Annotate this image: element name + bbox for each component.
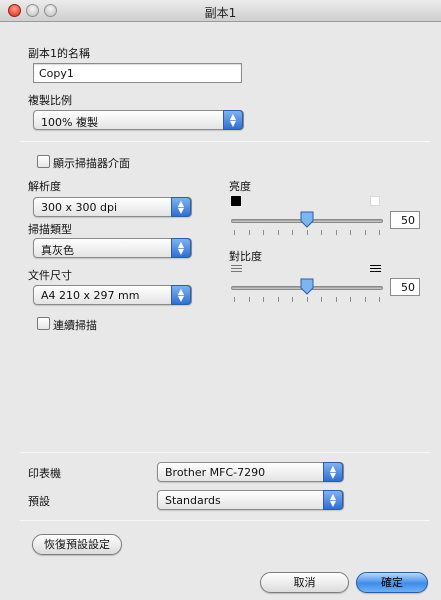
popup-arrows-icon: ▲ ▼ bbox=[223, 110, 243, 130]
slider-tick bbox=[321, 297, 322, 302]
slider-tick bbox=[278, 230, 279, 235]
copy-name-label: 副本1的名稱 bbox=[28, 47, 90, 60]
ok-button[interactable]: 確定 bbox=[356, 572, 428, 593]
slider-tick bbox=[263, 297, 264, 302]
slider-tick bbox=[350, 297, 351, 302]
scan-type-label: 掃描類型 bbox=[28, 223, 72, 236]
cancel-button[interactable]: 取消 bbox=[260, 572, 349, 593]
window-title: 副本1 bbox=[204, 6, 237, 20]
separator bbox=[20, 141, 430, 142]
slider-tick bbox=[365, 230, 366, 235]
continuous-scan-checkbox[interactable] bbox=[37, 317, 50, 330]
slider-tick bbox=[249, 230, 250, 235]
contrast-ticks bbox=[234, 297, 380, 303]
low-contrast-icon bbox=[231, 265, 242, 275]
preset-value: Standards bbox=[165, 494, 221, 507]
brightness-label: 亮度 bbox=[229, 180, 251, 193]
show-scanner-ui-checkbox[interactable] bbox=[37, 155, 50, 168]
high-contrast-icon bbox=[370, 265, 381, 275]
show-scanner-ui-label: 顯示掃描器介面 bbox=[53, 157, 130, 170]
window-titlebar: 副本1 bbox=[0, 0, 441, 22]
slider-tick bbox=[307, 230, 308, 235]
separator bbox=[20, 452, 430, 453]
copy-scale-popup[interactable]: 100% 複製 ▲ ▼ bbox=[33, 110, 244, 130]
scan-type-value: 真灰色 bbox=[41, 244, 74, 257]
popup-arrows-icon: ▲ ▼ bbox=[323, 462, 343, 482]
slider-tick bbox=[365, 297, 366, 302]
document-size-value: A4 210 x 297 mm bbox=[41, 289, 140, 302]
separator bbox=[20, 520, 430, 521]
slider-tick bbox=[249, 297, 250, 302]
document-size-popup[interactable]: A4 210 x 297 mm ▲ ▼ bbox=[33, 285, 192, 305]
light-swatch-icon bbox=[370, 196, 380, 206]
continuous-scan-label: 連續掃描 bbox=[53, 319, 97, 332]
printer-label: 印表機 bbox=[28, 467, 61, 480]
popup-arrows-icon: ▲ ▼ bbox=[323, 490, 343, 510]
slider-tick bbox=[292, 297, 293, 302]
restore-defaults-button[interactable]: 恢復預設設定 bbox=[32, 534, 122, 555]
contrast-label: 對比度 bbox=[229, 250, 262, 263]
dark-swatch-icon bbox=[231, 196, 241, 206]
slider-tick bbox=[336, 230, 337, 235]
resolution-label: 解析度 bbox=[28, 180, 61, 193]
slider-tick bbox=[278, 297, 279, 302]
contrast-slider-thumb[interactable] bbox=[300, 278, 314, 295]
brightness-slider-thumb[interactable] bbox=[300, 211, 314, 228]
resolution-value: 300 x 300 dpi bbox=[41, 201, 118, 214]
slider-tick bbox=[379, 230, 380, 235]
slider-tick bbox=[234, 230, 235, 235]
preset-label: 預設 bbox=[28, 495, 50, 508]
printer-value: Brother MFC-7290 bbox=[165, 466, 266, 479]
popup-arrows-icon: ▲ ▼ bbox=[171, 285, 191, 305]
scan-type-popup[interactable]: 真灰色 ▲ ▼ bbox=[33, 238, 192, 258]
slider-tick bbox=[263, 230, 264, 235]
document-size-label: 文件尺寸 bbox=[28, 269, 72, 282]
brightness-value-field[interactable]: 50 bbox=[390, 211, 420, 229]
popup-arrows-icon: ▲ ▼ bbox=[171, 238, 191, 258]
contrast-value-field[interactable]: 50 bbox=[390, 278, 420, 296]
slider-tick bbox=[234, 297, 235, 302]
copy-scale-value: 100% 複製 bbox=[41, 116, 98, 129]
popup-arrows-icon: ▲ ▼ bbox=[171, 197, 191, 217]
printer-popup[interactable]: Brother MFC-7290 ▲ ▼ bbox=[157, 462, 344, 482]
copy-scale-label: 複製比例 bbox=[28, 94, 72, 107]
brightness-ticks bbox=[234, 230, 380, 236]
copy-name-input[interactable]: Copy1 bbox=[33, 63, 242, 83]
preset-popup[interactable]: Standards ▲ ▼ bbox=[157, 490, 344, 510]
slider-tick bbox=[292, 230, 293, 235]
slider-tick bbox=[307, 297, 308, 302]
slider-tick bbox=[321, 230, 322, 235]
slider-tick bbox=[350, 230, 351, 235]
resolution-popup[interactable]: 300 x 300 dpi ▲ ▼ bbox=[33, 197, 192, 217]
slider-tick bbox=[336, 297, 337, 302]
slider-tick bbox=[379, 297, 380, 302]
